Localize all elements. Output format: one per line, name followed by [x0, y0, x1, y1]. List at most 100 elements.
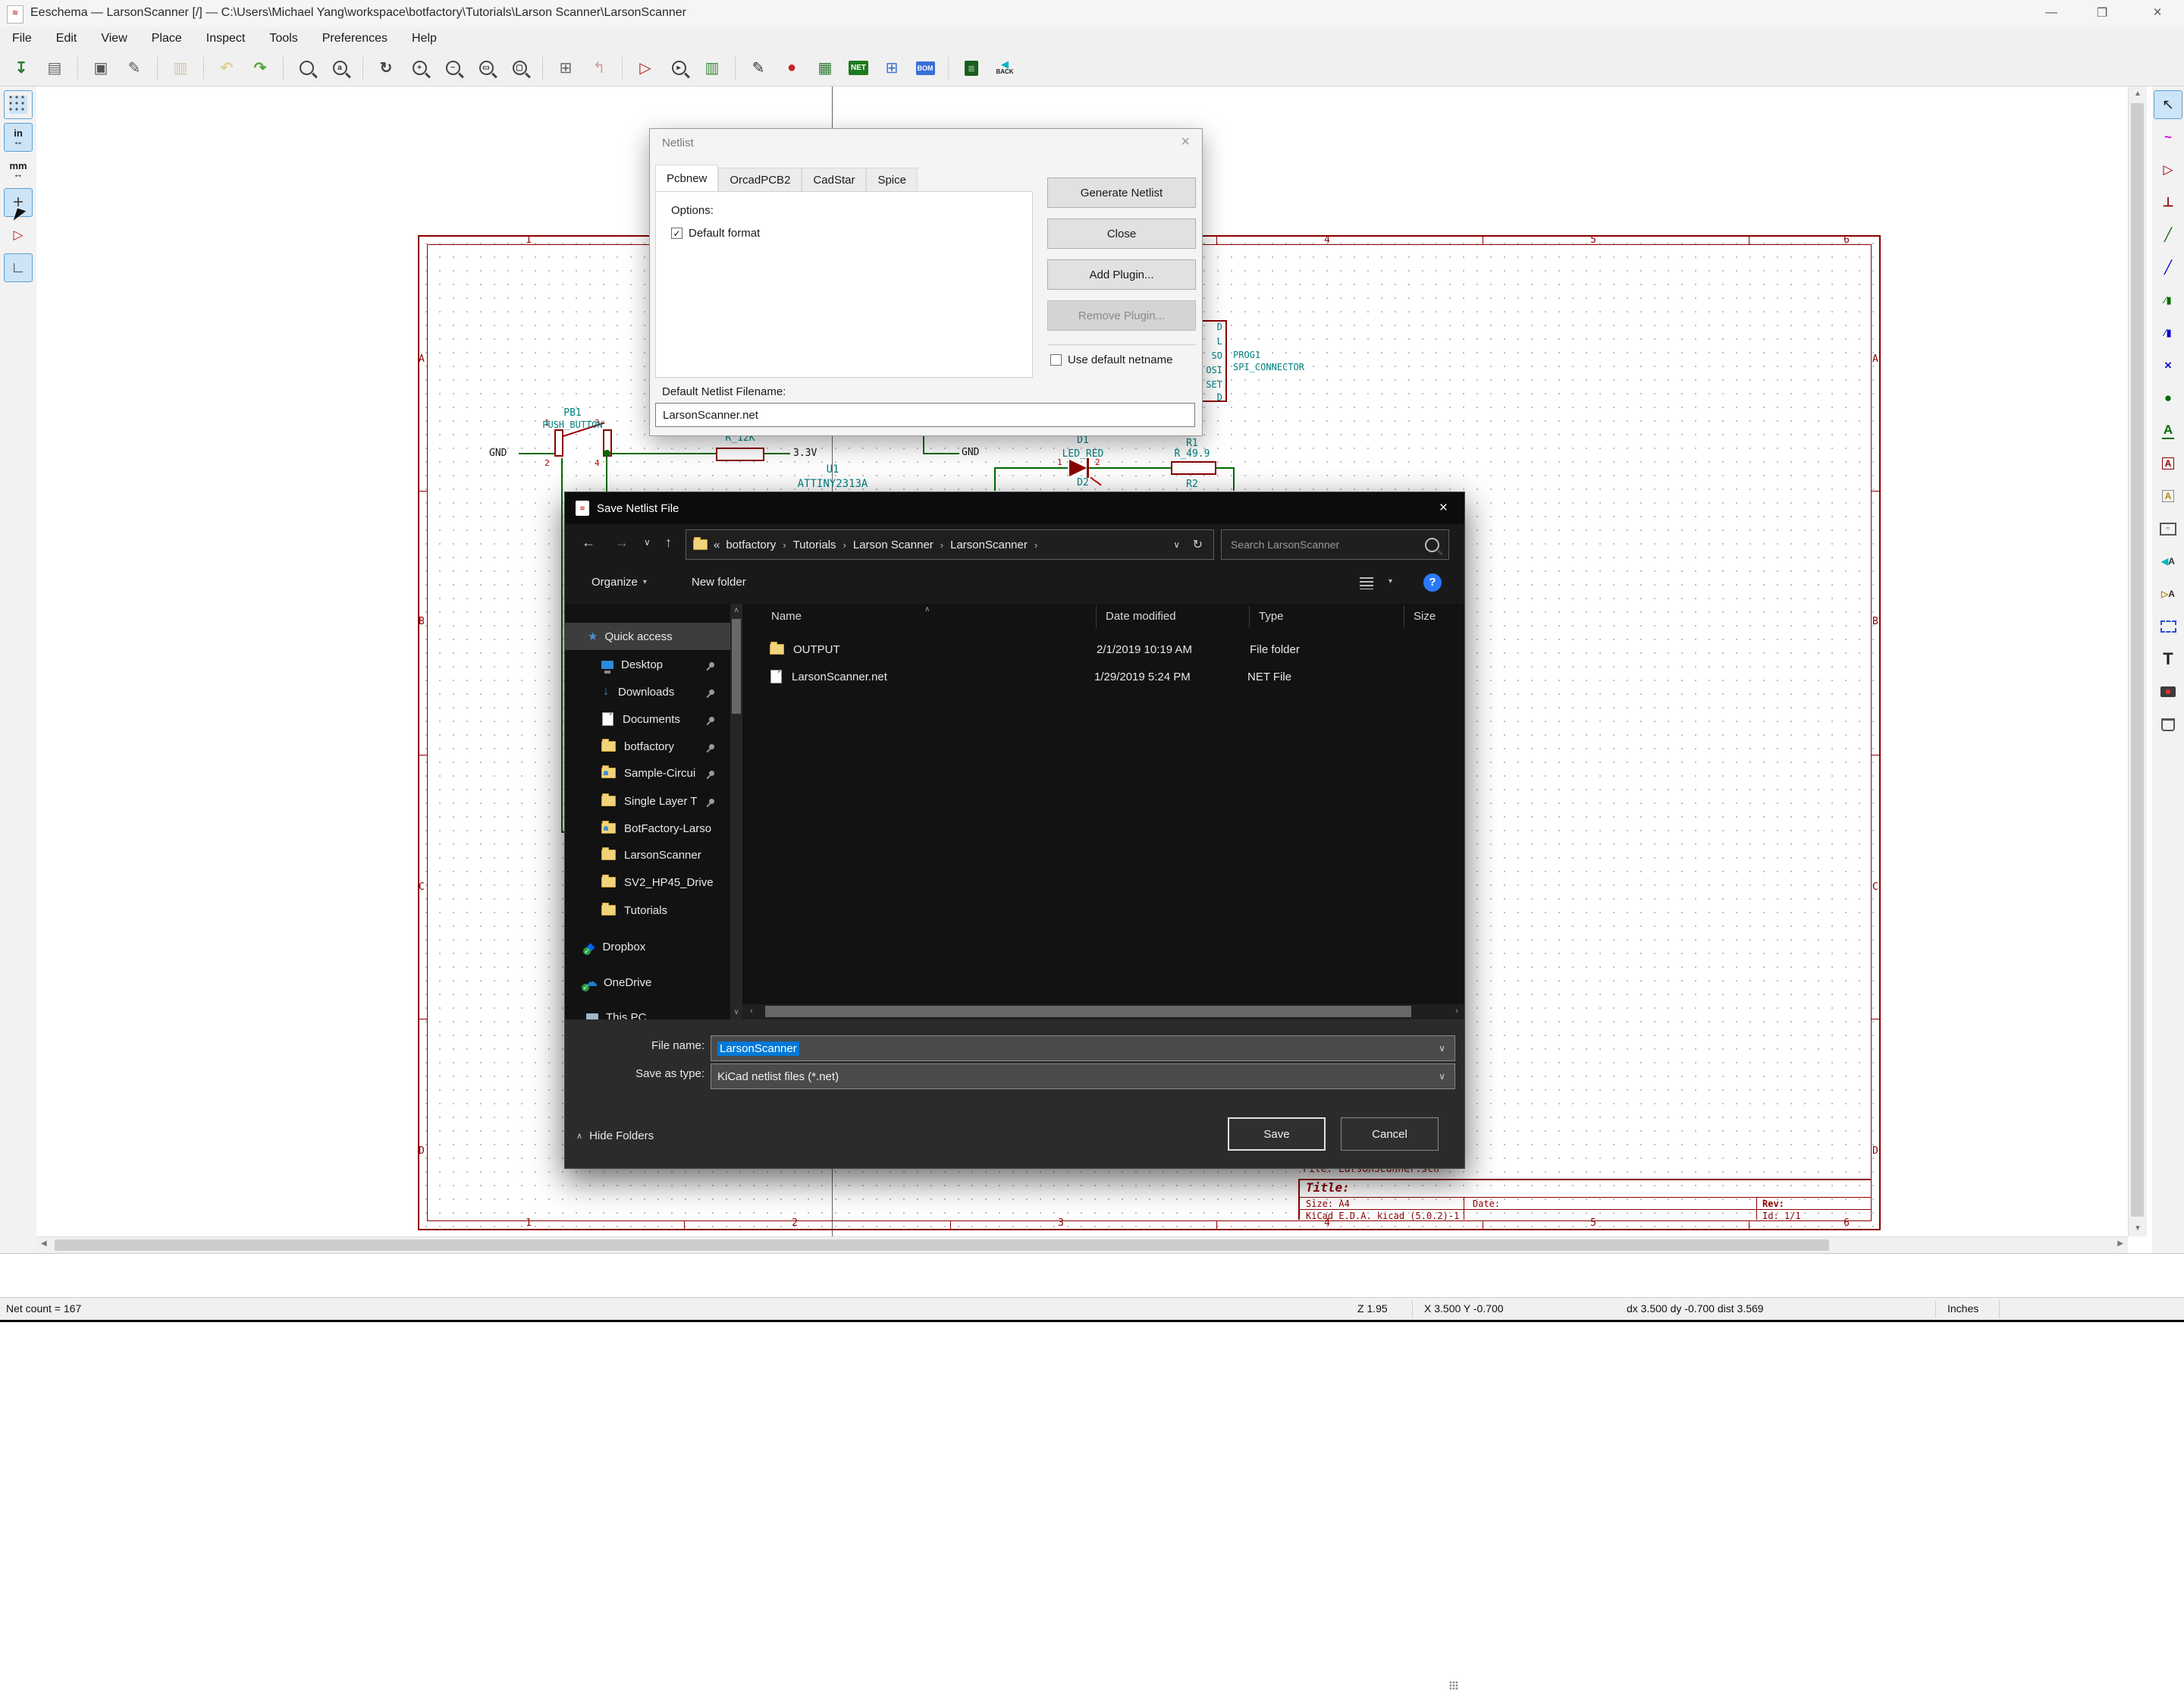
place-wire-icon[interactable]: ╱	[2154, 221, 2182, 250]
hide-folders-button[interactable]: ∧ Hide Folders	[576, 1129, 654, 1142]
no-connect-flag-icon[interactable]: ×	[2154, 351, 2182, 380]
hierarchical-label-icon[interactable]: A	[2154, 482, 2182, 510]
tab-pcbnew[interactable]: Pcbnew	[655, 165, 718, 192]
highlight-net-icon[interactable]: ~	[2154, 123, 2182, 152]
sidebar-item-botfactory[interactable]: botfactory	[565, 733, 727, 760]
canvas-vertical-scrollbar[interactable]: ▲ ▼	[2128, 86, 2147, 1236]
sidebar-item-single-layer[interactable]: Single Layer T	[565, 787, 727, 815]
sidebar-item-sv2-hp45[interactable]: SV2_HP45_Drive	[565, 869, 727, 896]
file-row-larsonscanner-net[interactable]: LarsonScanner.net 1/29/2019 5:24 PM NET …	[742, 663, 1464, 690]
paste-icon[interactable]: ▥	[165, 53, 196, 83]
checkbox-checked-icon[interactable]: ✓	[671, 228, 682, 239]
zoom-selection-icon[interactable]: ▢	[504, 53, 535, 83]
address-dropdown-icon[interactable]: ∨	[1173, 539, 1180, 550]
global-label-icon[interactable]: A	[2154, 449, 2182, 478]
column-header-type[interactable]: Type	[1259, 610, 1284, 623]
hierarchy-navigator-icon[interactable]: ⊞	[551, 53, 581, 83]
junction-icon[interactable]: ●	[2154, 384, 2182, 413]
zoom-fit-icon[interactable]: ▭	[471, 53, 501, 83]
redraw-view-icon[interactable]: ↻	[371, 53, 401, 83]
resize-grip[interactable]	[1449, 1681, 1458, 1690]
menu-tools[interactable]: Tools	[257, 32, 309, 46]
forward-icon[interactable]: →	[615, 535, 629, 551]
hierarchical-sheet-icon[interactable]: ≈	[2154, 514, 2182, 543]
sidebar-item-documents[interactable]: Documents	[565, 705, 727, 733]
delete-tool-icon[interactable]	[2154, 710, 2182, 739]
select-tool-icon[interactable]: ↖	[2154, 90, 2182, 119]
checkbox-unchecked-icon[interactable]	[1050, 354, 1062, 366]
save-button[interactable]: Save	[1228, 1117, 1326, 1151]
menu-inspect[interactable]: Inspect	[194, 32, 258, 46]
sidebar-scrollbar[interactable]: ∧ ∨	[730, 604, 742, 1019]
sidebar-item-dropbox[interactable]: ◆✓ Dropbox	[565, 933, 727, 960]
tab-orcadpcb2[interactable]: OrcadPCB2	[718, 168, 802, 192]
netlist-close-icon[interactable]: ×	[1181, 134, 1190, 151]
print-icon[interactable]: ▣	[86, 53, 116, 83]
column-header-size[interactable]: Size	[1414, 610, 1436, 623]
save-as-type-select[interactable]: KiCad netlist files (*.net) ∨	[711, 1063, 1455, 1089]
add-plugin-button[interactable]: Add Plugin...	[1047, 259, 1196, 290]
save-dialog-close-icon[interactable]: ×	[1439, 500, 1448, 517]
symbol-editor-icon[interactable]: ▷	[630, 53, 661, 83]
place-power-port-icon[interactable]: ⊥	[2154, 188, 2182, 217]
hidden-pins-icon[interactable]: ▷	[4, 221, 33, 250]
menu-place[interactable]: Place	[140, 32, 194, 46]
close-button-netlist[interactable]: Close	[1047, 218, 1196, 249]
breadcrumb-item[interactable]: LarsonScanner	[950, 539, 1028, 551]
canvas-horizontal-scrollbar[interactable]: ◀ ▶	[36, 1236, 2128, 1254]
organize-button[interactable]: Organize ▾	[592, 576, 647, 589]
history-chevron-icon[interactable]: ∨	[644, 537, 651, 548]
run-pcbnew-icon[interactable]: ≣	[956, 53, 987, 83]
erc-icon[interactable]: ●	[777, 53, 807, 83]
tab-cadstar[interactable]: CadStar	[802, 168, 866, 192]
search-box[interactable]: Search LarsonScanner	[1221, 529, 1449, 560]
use-default-netname-checkbox[interactable]: Use default netname	[1050, 353, 1172, 366]
sidebar-item-botfactory-larso[interactable]: BotFactory-Larso	[565, 815, 727, 842]
footprint-editor-icon[interactable]: ▥	[697, 53, 727, 83]
sidebar-item-onedrive[interactable]: ☁✓ OneDrive	[565, 969, 727, 996]
annotate-icon[interactable]: ✎	[743, 53, 774, 83]
net-label-icon[interactable]: A	[2154, 416, 2182, 445]
menu-preferences[interactable]: Preferences	[310, 32, 400, 46]
hv-orientation-icon[interactable]: ∟	[4, 253, 33, 282]
cancel-button[interactable]: Cancel	[1341, 1117, 1439, 1151]
bom-icon[interactable]: BOM	[910, 53, 940, 83]
minimize-button[interactable]: —	[2034, 0, 2069, 26]
restore-button[interactable]: ❐	[2085, 0, 2120, 26]
symbol-browser-icon[interactable]: ▸	[664, 53, 694, 83]
grid-visibility-icon[interactable]	[4, 90, 33, 119]
back-icon[interactable]: ←	[582, 535, 595, 551]
zoom-in-icon[interactable]: +	[404, 53, 435, 83]
breadcrumb[interactable]: « botfactory› Tutorials› Larson Scanner›…	[686, 529, 1214, 560]
close-button[interactable]: ×	[2140, 0, 2175, 26]
sidebar-item-desktop[interactable]: Desktop	[565, 651, 727, 678]
sidebar-item-quick-access[interactable]: ★ Quick access	[565, 623, 730, 650]
save-icon[interactable]: ↧	[6, 53, 36, 83]
place-symbol-icon[interactable]: ▷	[2154, 155, 2182, 184]
generate-netlist-icon[interactable]: NET	[843, 53, 874, 83]
units-mm-icon[interactable]: mm↔	[4, 155, 33, 184]
sheet-pin-icon[interactable]: ▷A	[2154, 580, 2182, 608]
import-sheet-pin-icon[interactable]: ◀A	[2154, 547, 2182, 576]
breadcrumb-collapsed[interactable]: «	[714, 539, 720, 551]
new-folder-button[interactable]: New folder	[692, 576, 746, 589]
netlist-filename-input[interactable]: LarsonScanner.net	[655, 403, 1195, 427]
file-row-output[interactable]: OUTPUT 2/1/2019 10:19 AM File folder	[742, 636, 1464, 663]
zoom-out-icon[interactable]: −	[438, 53, 468, 83]
find-icon[interactable]	[291, 53, 322, 83]
sidebar-item-larsonscanner[interactable]: LarsonScanner	[565, 841, 727, 869]
place-image-icon[interactable]	[2154, 677, 2182, 706]
generate-netlist-button[interactable]: Generate Netlist	[1047, 177, 1196, 208]
place-text-icon[interactable]: T	[2154, 645, 2182, 674]
wire-to-bus-entry-icon[interactable]: ∕▮	[2154, 286, 2182, 315]
menu-file[interactable]: File	[0, 32, 44, 46]
tab-spice[interactable]: Spice	[866, 168, 918, 192]
column-header-name[interactable]: Name	[771, 610, 802, 623]
menu-view[interactable]: View	[89, 32, 139, 46]
up-icon[interactable]: ↑	[665, 535, 672, 551]
place-bus-icon[interactable]: ╱	[2154, 253, 2182, 282]
file-list-horizontal-scrollbar[interactable]: ‹ ›	[742, 1004, 1464, 1019]
file-name-dropdown-icon[interactable]: ∨	[1439, 1043, 1445, 1054]
refresh-icon[interactable]: ↻	[1193, 537, 1203, 552]
sidebar-item-tutorials[interactable]: Tutorials	[565, 897, 727, 924]
